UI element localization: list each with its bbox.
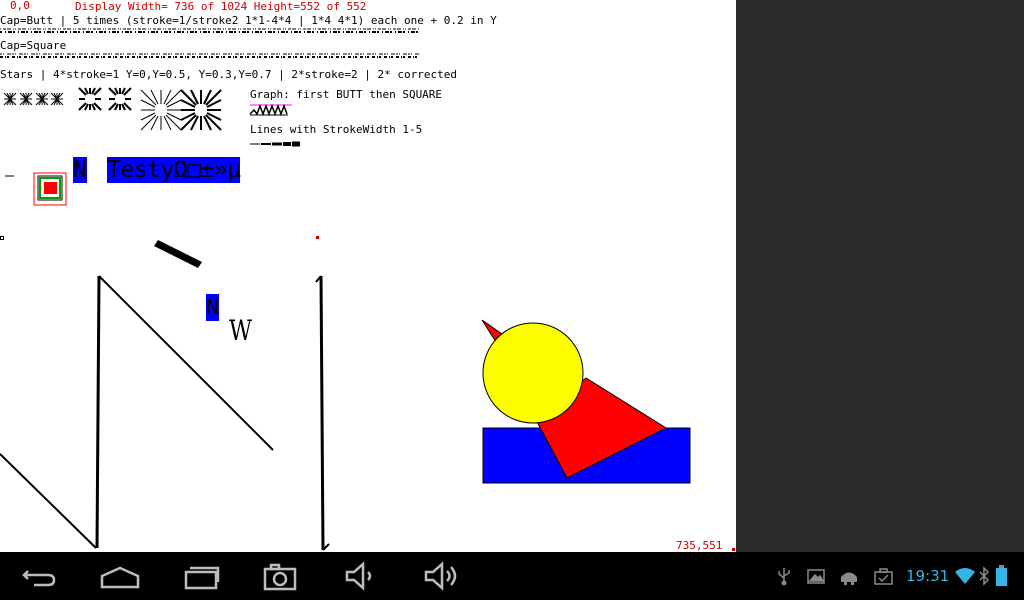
volume-down-button[interactable] — [343, 560, 379, 592]
lines-label: Lines with StrokeWidth 1-5 — [250, 123, 423, 136]
stars-text: Stars | 4*stroke=1 Y=0,Y=0.5, Y=0.3,Y=0.… — [0, 68, 457, 81]
yellow-circle — [482, 322, 584, 424]
cap-butt-text: Cap=Butt | 5 times (stroke=1/stroke2 1*1… — [0, 14, 497, 27]
battery-icon — [996, 565, 1007, 586]
screenshot-button[interactable] — [262, 560, 298, 592]
star-8 — [180, 89, 222, 131]
left-marker — [0, 236, 4, 240]
volume-up-button[interactable] — [422, 560, 462, 592]
system-navigation-bar: 19:31 — [0, 552, 1024, 600]
cap-square-text: Cap=Square — [0, 39, 67, 52]
small-n-text: N — [206, 294, 219, 321]
recent-apps-icon — [184, 566, 220, 590]
red-dot-marker — [316, 236, 319, 239]
rotated-bar — [154, 240, 202, 268]
bluetooth-icon — [979, 566, 990, 586]
star-3 — [35, 92, 49, 106]
star-7 — [140, 89, 182, 131]
graph-sparkline — [249, 103, 292, 117]
recent-apps-button[interactable] — [182, 560, 222, 592]
back-button[interactable] — [20, 560, 60, 592]
status-clock: 19:31 — [906, 567, 950, 585]
unused-screen-area — [736, 0, 1024, 552]
android-screen: 0,0 Display Width= 736 of 1024 Height=55… — [0, 0, 1024, 600]
camera-icon — [263, 563, 297, 591]
corner-coords-label: 735,551 — [676, 539, 723, 552]
shapes-composition — [481, 319, 691, 484]
home-button[interactable] — [99, 560, 141, 592]
star-5 — [78, 87, 102, 111]
star-2 — [19, 92, 33, 106]
display-info-text: Display Width= 736 of 1024 Height=552 of… — [75, 0, 367, 13]
android-debug-icon — [841, 572, 857, 585]
back-icon — [22, 570, 56, 587]
stroke-width-samples — [250, 141, 300, 147]
gallery-icon — [807, 569, 825, 584]
test-string-text: TestyΩ□±»µ — [107, 157, 241, 183]
wifi-icon — [955, 568, 975, 584]
graph-label: Graph: first BUTT then SQUARE — [250, 88, 443, 101]
big-n-text: N — [73, 157, 87, 183]
origin-label: 0,0 — [10, 0, 30, 12]
dash-pattern-square — [0, 53, 420, 58]
star-4 — [50, 92, 64, 106]
briefcase-icon — [874, 568, 893, 585]
volume-down-icon — [345, 561, 372, 591]
star-1 — [3, 92, 17, 106]
stars-group — [3, 87, 222, 131]
w-glyph: W — [229, 314, 253, 347]
small-dash-mark — [5, 175, 14, 177]
volume-up-icon — [424, 561, 457, 591]
home-icon — [100, 566, 140, 589]
zigzag-lines — [0, 275, 330, 551]
star-6 — [108, 87, 132, 111]
dash-pattern-butt — [0, 28, 420, 33]
nested-squares — [33, 172, 67, 206]
drawing-canvas: 0,0 Display Width= 736 of 1024 Height=55… — [0, 0, 736, 552]
usb-icon — [778, 568, 790, 586]
